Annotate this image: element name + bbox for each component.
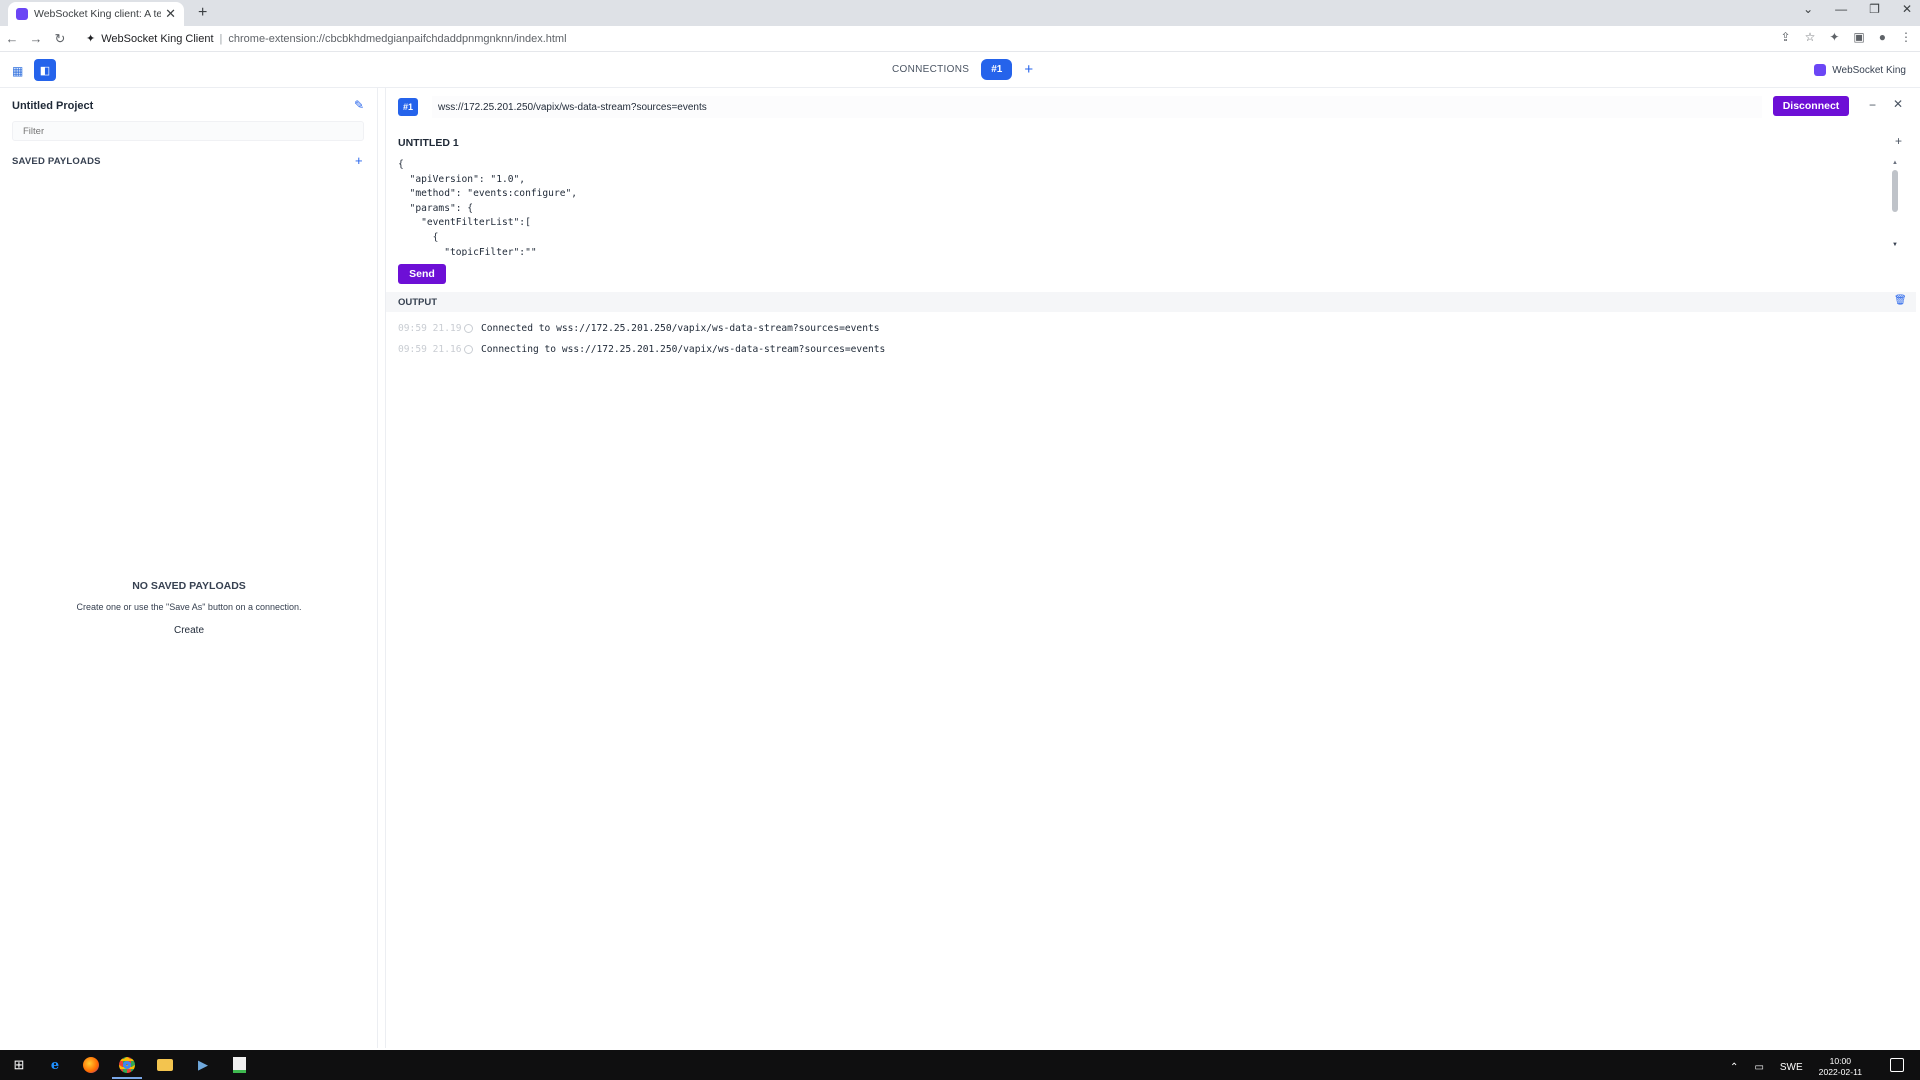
- clock-time: 10:00: [1829, 1056, 1852, 1066]
- notifications-icon[interactable]: [1890, 1058, 1904, 1072]
- clear-output-trash-icon[interactable]: 🗑: [1894, 295, 1907, 306]
- taskbar: ⊞ e ▶ ⌃ ▭ SWE 10:00 2022-02-11: [0, 1050, 1920, 1080]
- profile-avatar-icon[interactable]: ●: [1879, 30, 1886, 44]
- close-connection-icon[interactable]: ✕: [1893, 97, 1903, 111]
- connection-badge: #1: [398, 98, 418, 116]
- reload-icon[interactable]: ↻: [48, 31, 72, 47]
- share-icon[interactable]: ⇪: [1781, 30, 1791, 44]
- clock-date: 2022-02-11: [1818, 1067, 1862, 1077]
- address-bar-row: ← → ↻ ✦ WebSocket King Client | chrome-e…: [0, 26, 1920, 52]
- back-arrow-icon[interactable]: ←: [0, 31, 24, 46]
- browser-tab-strip: WebSocket King client: A testing ✕ + ⌄ —…: [0, 0, 1920, 26]
- brand: WebSocket King: [1814, 64, 1906, 76]
- websocket-king-logo-icon: [1814, 64, 1827, 76]
- create-payload-link[interactable]: Create: [0, 625, 378, 636]
- internet-explorer-icon[interactable]: e: [46, 1057, 64, 1073]
- connection-panel: #1 Disconnect − ✕ UNTITLED 1 + { "apiVer…: [385, 88, 1916, 1048]
- chrome-icon[interactable]: [118, 1057, 136, 1073]
- extension-puzzle-icon: ✦: [86, 33, 96, 45]
- connection-tab-1[interactable]: #1: [981, 59, 1013, 80]
- connections-label: CONNECTIONS: [892, 64, 970, 75]
- saved-payloads-heading: SAVED PAYLOADS: [12, 156, 101, 167]
- system-tray: ⌃ ▭ SWE 10:00 2022-02-11: [1730, 1056, 1862, 1078]
- side-panel-icon[interactable]: ▣: [1853, 30, 1864, 44]
- log-status-icon: [464, 324, 473, 333]
- input-language[interactable]: SWE: [1780, 1062, 1803, 1073]
- project-name: Untitled Project: [12, 100, 94, 112]
- sidebar: Untitled Project ✎ SAVED PAYLOADS + NO S…: [0, 88, 378, 1048]
- firefox-icon[interactable]: [82, 1057, 100, 1073]
- send-button[interactable]: Send: [398, 264, 446, 284]
- add-message-icon[interactable]: +: [1895, 134, 1902, 148]
- connection-url-bar: #1 Disconnect − ✕: [386, 96, 1916, 118]
- close-window-icon[interactable]: ✕: [1902, 2, 1912, 16]
- apps-grid-icon[interactable]: ▦: [12, 64, 23, 78]
- tab-search-chevron-icon[interactable]: ⌄: [1803, 2, 1813, 16]
- log-row: 09:59 21.16 Connecting to wss://172.25.2…: [398, 344, 885, 355]
- empty-state-title: NO SAVED PAYLOADS: [132, 580, 246, 592]
- minimize-window-icon[interactable]: —: [1835, 2, 1847, 16]
- sidebar-toggle-icon[interactable]: ◧: [34, 59, 56, 81]
- scrollbar-thumb[interactable]: [1892, 170, 1898, 212]
- empty-state: NO SAVED PAYLOADS Create one or use the …: [0, 580, 378, 636]
- output-header: OUTPUT 🗑: [386, 292, 1916, 312]
- filter-input[interactable]: [12, 121, 364, 141]
- browser-tab[interactable]: WebSocket King client: A testing ✕: [8, 2, 184, 26]
- clock[interactable]: 10:00 2022-02-11: [1819, 1056, 1862, 1078]
- websocket-king-favicon-icon: [16, 8, 28, 20]
- add-payload-icon[interactable]: +: [355, 153, 363, 168]
- network-icon[interactable]: ▭: [1754, 1062, 1763, 1073]
- new-tab-icon[interactable]: +: [198, 4, 207, 22]
- restore-window-icon[interactable]: ❐: [1869, 2, 1880, 16]
- edit-project-pencil-icon[interactable]: ✎: [354, 98, 364, 112]
- bookmark-star-icon[interactable]: ☆: [1805, 30, 1816, 44]
- browser-toolbar-actions: ⇪ ☆ ✦ ▣ ● ⋮: [1781, 30, 1912, 44]
- app-header: ▦ ◧ CONNECTIONS #1 + WebSocket King: [0, 52, 1920, 88]
- log-row: 09:59 21.19 Connected to wss://172.25.20…: [398, 323, 880, 334]
- browser-tab-title: WebSocket King client: A testing: [34, 8, 162, 20]
- file-explorer-icon[interactable]: [156, 1057, 174, 1073]
- log-message: Connecting to wss://172.25.201.250/vapix…: [481, 344, 886, 355]
- log-status-icon: [464, 345, 473, 354]
- minimize-connection-icon[interactable]: −: [1869, 98, 1876, 112]
- powershell-icon[interactable]: ▶: [194, 1057, 212, 1073]
- log-message: Connected to wss://172.25.201.250/vapix/…: [481, 323, 880, 334]
- omnibox-url: chrome-extension://cbcbkhdmedgianpaifchd…: [228, 32, 567, 45]
- payload-editor[interactable]: { "apiVersion": "1.0", "method": "events…: [398, 158, 1898, 256]
- editor-scrollbar[interactable]: ▲ ▼: [1890, 160, 1900, 252]
- tray-overflow-chevron-icon[interactable]: ⌃: [1730, 1062, 1738, 1073]
- add-connection-icon[interactable]: +: [1024, 61, 1033, 78]
- scroll-down-arrow-icon[interactable]: ▼: [1892, 242, 1898, 248]
- empty-state-text: Create one or use the "Save As" button o…: [76, 602, 302, 612]
- connections-tabs: CONNECTIONS #1 +: [892, 59, 1033, 80]
- extensions-icon[interactable]: ✦: [1829, 30, 1839, 44]
- close-tab-icon[interactable]: ✕: [165, 6, 176, 22]
- disconnect-button[interactable]: Disconnect: [1773, 96, 1849, 116]
- message-title: UNTITLED 1: [398, 137, 459, 149]
- log-time: 09:59 21.16: [398, 344, 462, 355]
- output-label: OUTPUT: [398, 297, 438, 308]
- active-app-indicator: [112, 1077, 142, 1079]
- websocket-url-input[interactable]: [432, 96, 1762, 118]
- omnibox[interactable]: ✦ WebSocket King Client | chrome-extensi…: [86, 32, 567, 46]
- windows-start-icon[interactable]: ⊞: [10, 1057, 28, 1073]
- notepad-icon[interactable]: [230, 1057, 248, 1073]
- scroll-up-arrow-icon[interactable]: ▲: [1892, 160, 1898, 166]
- browser-menu-icon[interactable]: ⋮: [1900, 30, 1912, 44]
- log-time: 09:59 21.19: [398, 323, 462, 334]
- omnibox-separator: |: [219, 32, 223, 45]
- window-controls: ⌄ — ❐ ✕: [1803, 2, 1912, 16]
- forward-arrow-icon[interactable]: →: [24, 31, 48, 46]
- omnibox-site-label: WebSocket King Client: [101, 32, 214, 45]
- brand-name: WebSocket King: [1832, 64, 1906, 76]
